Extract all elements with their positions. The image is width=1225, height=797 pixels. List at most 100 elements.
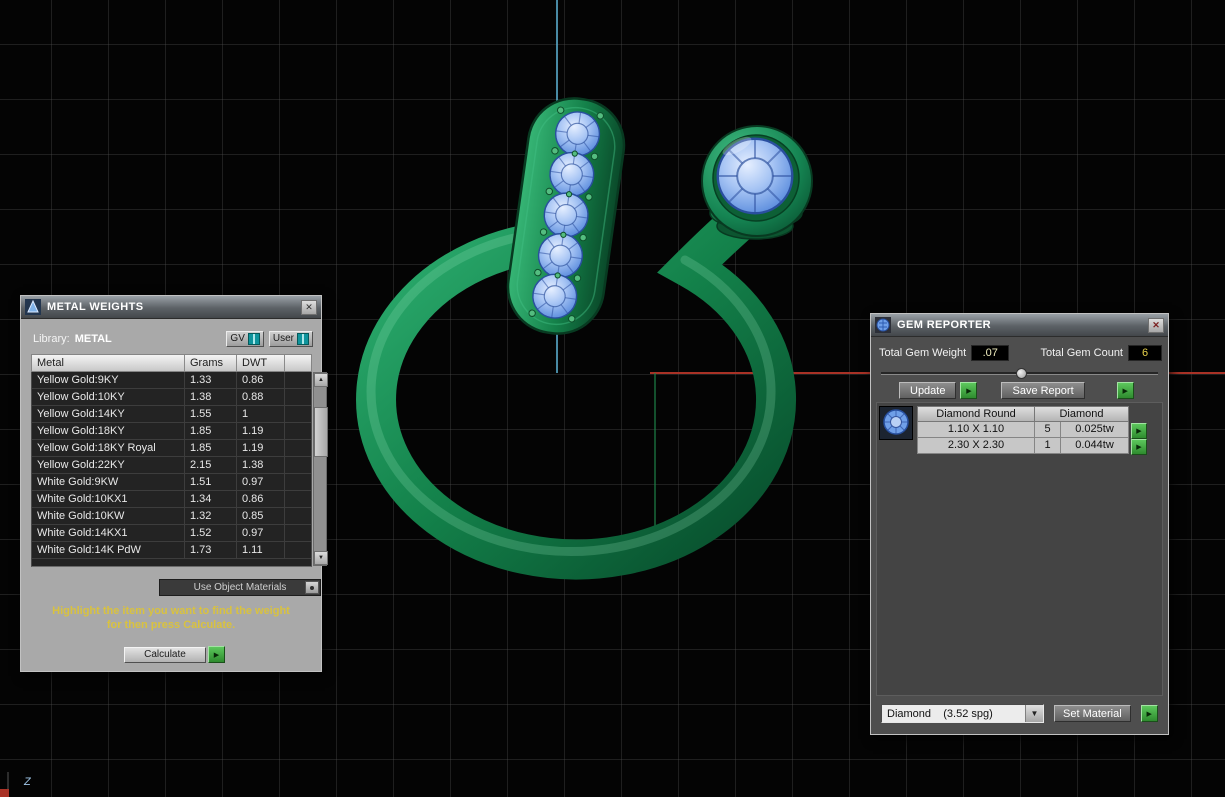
metal-table-row[interactable]: Yellow Gold:10KY1.380.88 — [32, 389, 311, 406]
metal-table-clipped-row — [31, 559, 312, 567]
metal-cell: 1.55 — [184, 406, 236, 422]
metal-table-row[interactable]: Yellow Gold:9KY1.330.86 — [32, 372, 311, 389]
metal-cell: 1.73 — [184, 542, 236, 558]
metal-cell: Yellow Gold:18KY Royal — [32, 442, 184, 454]
axis-origin-marker — [0, 789, 9, 797]
gv-indicator-icon — [248, 333, 260, 345]
gem-row-go-icon[interactable]: ▶ — [1131, 439, 1147, 455]
gem-header-material[interactable]: Diamond — [1035, 406, 1129, 422]
metal-cell: 0.86 — [236, 491, 284, 507]
gem-reporter-close-icon[interactable]: ✕ — [1148, 318, 1164, 333]
bezel-gem[interactable] — [702, 126, 812, 239]
metal-cell: 1.52 — [184, 525, 236, 541]
save-report-button[interactable]: Save Report — [1001, 382, 1084, 399]
gem-cell: 1 — [1035, 438, 1061, 454]
metal-table-row[interactable]: White Gold:9KW1.510.97 — [32, 474, 311, 491]
metal-cell — [284, 406, 311, 422]
scroll-up-icon[interactable]: ▲ — [314, 373, 328, 387]
metal-cell — [284, 372, 311, 388]
metal-cell: 1.51 — [184, 474, 236, 490]
metal-table-row[interactable]: Yellow Gold:18KY Royal1.851.19 — [32, 440, 311, 457]
save-report-go-icon[interactable]: ▶ — [1117, 382, 1134, 399]
gem-totals-row: Total Gem Weight .07 Total Gem Count 6 — [879, 345, 1162, 361]
metal-weights-icon — [25, 299, 41, 315]
metal-cell: White Gold:10KW — [32, 510, 184, 522]
gem-actions-row: Update ▶ Save Report ▶ — [899, 382, 1134, 399]
slider-thumb[interactable] — [1016, 368, 1027, 379]
metal-cell: Yellow Gold:18KY — [32, 425, 184, 437]
gem-cell: 0.025tw — [1061, 422, 1129, 438]
metal-table-header[interactable]: Metal Grams DWT — [31, 354, 312, 372]
column-header-metal[interactable]: Metal — [32, 357, 184, 369]
update-button[interactable]: Update — [899, 382, 956, 399]
metal-cell: 0.85 — [236, 508, 284, 524]
dropdown-arrow-icon[interactable]: ▼ — [1025, 705, 1043, 722]
metal-table-row[interactable]: White Gold:14KX11.520.97 — [32, 525, 311, 542]
gem-table-row[interactable]: 1.10 X 1.1050.025tw▶ — [917, 422, 1162, 438]
metal-cell: 1.19 — [236, 440, 284, 456]
metal-weights-titlebar[interactable]: METAL WEIGHTS ✕ — [21, 296, 321, 319]
metal-table-row[interactable]: Yellow Gold:22KY2.151.38 — [32, 457, 311, 474]
user-button-label: User — [273, 333, 294, 344]
metal-table-row[interactable]: White Gold:10KX11.340.86 — [32, 491, 311, 508]
gem-reporter-titlebar[interactable]: GEM REPORTER ✕ — [871, 314, 1168, 337]
gem-table-row[interactable]: 2.30 X 2.3010.044tw▶ — [917, 438, 1162, 454]
instruction-line-2: for then press Calculate. — [21, 618, 321, 632]
metal-table-row[interactable]: Yellow Gold:18KY1.851.19 — [32, 423, 311, 440]
metal-weights-title: METAL WEIGHTS — [47, 301, 295, 313]
metal-cell: Yellow Gold:10KY — [32, 391, 184, 403]
metal-table-scrollbar[interactable]: ▲ ▼ — [313, 372, 327, 566]
gv-button[interactable]: GV — [226, 331, 263, 347]
gem-cell: 1.10 X 1.10 — [917, 422, 1035, 438]
metal-cell: Yellow Gold:14KY — [32, 408, 184, 420]
library-row: Library: METAL GV User — [33, 330, 313, 347]
use-object-materials-button[interactable]: Use Object Materials — [159, 579, 321, 596]
material-dropdown[interactable]: Diamond (3.52 spg) ▼ — [881, 704, 1044, 723]
use-object-materials-option-icon[interactable] — [305, 581, 319, 594]
metal-cell — [284, 440, 311, 456]
metal-cell: Yellow Gold:22KY — [32, 459, 184, 471]
gem-slider[interactable] — [881, 368, 1158, 378]
calculate-go-icon[interactable]: ▶ — [208, 646, 225, 663]
total-gem-count-value: 6 — [1128, 345, 1162, 361]
metal-cell: 1.32 — [184, 508, 236, 524]
set-material-go-icon[interactable]: ▶ — [1141, 705, 1158, 722]
metal-weights-close-icon[interactable]: ✕ — [301, 300, 317, 315]
gem-cell: 5 — [1035, 422, 1061, 438]
metal-cell: White Gold:9KW — [32, 476, 184, 488]
user-button[interactable]: User — [269, 331, 313, 347]
column-header-filler — [284, 355, 311, 371]
gem-table-header[interactable]: Diamond Round Diamond — [917, 406, 1162, 422]
metal-cell: Yellow Gold:9KY — [32, 374, 184, 386]
scrollbar-thumb[interactable] — [314, 407, 328, 457]
instruction-line-1: Highlight the item you want to find the … — [21, 604, 321, 618]
gem-header-shape[interactable]: Diamond Round — [917, 406, 1035, 422]
library-value: METAL — [75, 333, 112, 345]
gem-table-body: 1.10 X 1.1050.025tw▶2.30 X 2.3010.044tw▶ — [917, 422, 1162, 454]
scroll-down-icon[interactable]: ▼ — [314, 551, 328, 565]
calculate-button[interactable]: Calculate — [124, 647, 206, 663]
gem-reporter-title: GEM REPORTER — [897, 319, 1142, 331]
metal-cell — [284, 389, 311, 405]
column-header-grams[interactable]: Grams — [184, 355, 236, 371]
update-go-icon[interactable]: ▶ — [960, 382, 977, 399]
metal-cell: White Gold:10KX1 — [32, 493, 184, 505]
total-gem-count-label: Total Gem Count — [1040, 347, 1123, 359]
metal-cell — [284, 508, 311, 524]
gem-channel-bar[interactable] — [502, 92, 630, 339]
column-header-dwt[interactable]: DWT — [236, 355, 284, 371]
material-dropdown-value: Diamond (3.52 spg) — [882, 708, 1025, 720]
metal-table-row[interactable]: White Gold:14K PdW1.731.11 — [32, 542, 311, 559]
set-material-button[interactable]: Set Material — [1054, 705, 1131, 722]
metal-table-row[interactable]: Yellow Gold:14KY1.551 — [32, 406, 311, 423]
metal-table-row[interactable]: White Gold:10KW1.320.85 — [32, 508, 311, 525]
metal-cell — [284, 491, 311, 507]
gem-bottom-row: Diamond (3.52 spg) ▼ Set Material ▶ — [881, 704, 1160, 723]
gem-reporter-icon — [875, 317, 891, 333]
total-gem-weight-value: .07 — [971, 345, 1009, 361]
gem-row-go-icon[interactable]: ▶ — [1131, 423, 1147, 439]
gem-thumbnail — [879, 406, 913, 440]
metal-cell: 1 — [236, 406, 284, 422]
user-indicator-icon — [297, 333, 309, 345]
metal-cell: 0.97 — [236, 474, 284, 490]
